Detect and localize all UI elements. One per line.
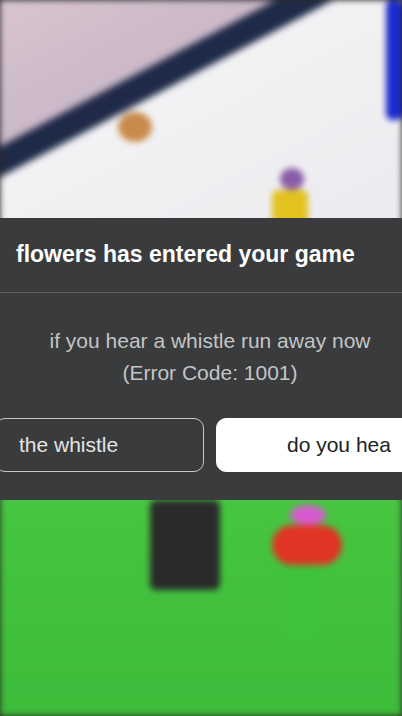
error-code: (Error Code: 1001): [0, 357, 402, 390]
character: [150, 500, 220, 590]
character: [280, 565, 320, 645]
dialog-message: if you hear a whistle run away now(Error…: [0, 293, 402, 418]
dialog-divider: [0, 292, 402, 293]
error-dialog: flowers has entered your gameif you hear…: [0, 218, 402, 500]
character: [280, 168, 304, 190]
message-text: if you hear a whistle run away now: [0, 325, 402, 358]
character: [290, 505, 326, 525]
game-screen: flowers has entered your gameif you hear…: [0, 0, 402, 716]
dialog-title: flowers has entered your game: [0, 218, 402, 292]
primary-button[interactable]: do you hea: [216, 418, 402, 472]
secondary-button[interactable]: the whistle: [0, 418, 204, 472]
character: [272, 525, 342, 565]
character: [118, 112, 152, 142]
dialog-buttons: the whistledo you hea: [0, 418, 402, 472]
screen-light: [386, 0, 402, 120]
